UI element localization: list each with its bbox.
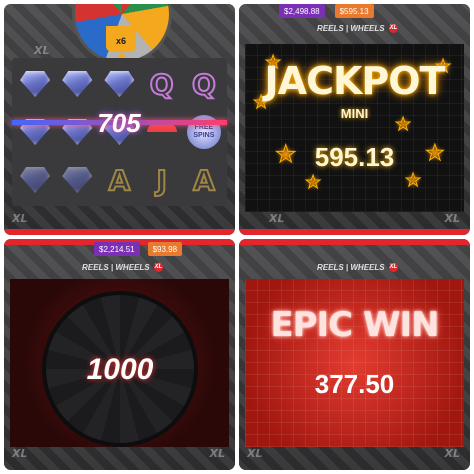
reel-symbol: J bbox=[143, 158, 181, 202]
brand-mark: XL bbox=[34, 44, 50, 57]
brand-mark: XL bbox=[444, 447, 461, 460]
logo-badge: XL bbox=[153, 263, 163, 273]
brand-mark: XL bbox=[444, 212, 461, 225]
epic-win-amount: 377.50 bbox=[314, 369, 395, 399]
top-bar bbox=[239, 239, 470, 245]
balance-bar: $2,214.51 $93.98 bbox=[94, 242, 183, 256]
wheel-value: 1000 bbox=[86, 353, 154, 386]
jackpot-title: JACKPOT bbox=[264, 59, 446, 103]
reel-symbol: A bbox=[185, 158, 223, 202]
reel-symbol bbox=[16, 110, 54, 154]
game-logo: REELS | WHEELS XL bbox=[82, 263, 163, 273]
reel-symbol: Q bbox=[143, 62, 181, 106]
epic-win-title: EPIC WIN bbox=[270, 305, 439, 345]
logo-right: WHEELS bbox=[115, 263, 150, 272]
balance-display: $2,498.88 bbox=[279, 4, 325, 18]
gem-icon bbox=[20, 167, 51, 193]
logo-left: REELS bbox=[82, 263, 109, 272]
balance-display: $2,214.51 bbox=[94, 242, 140, 256]
reel-symbol bbox=[58, 158, 96, 202]
epic-win-stage: EPIC WIN 377.50 bbox=[245, 279, 464, 447]
gem-icon bbox=[62, 71, 93, 97]
game-logo: REELS | WHEELS XL bbox=[317, 263, 398, 273]
logo-right: WHEELS bbox=[350, 24, 385, 33]
reels-screenshot-panel: x6 Q Q FREE SPINS A J A 705 XL XL bbox=[4, 4, 235, 235]
brand-mark: XL bbox=[247, 447, 263, 460]
wheel-screenshot-panel: $2,214.51 $93.98 REELS | WHEELS XL 1000 … bbox=[4, 239, 235, 470]
reel-symbol: Q bbox=[185, 62, 223, 106]
reel-letter: A bbox=[108, 163, 132, 198]
logo-badge: XL bbox=[388, 24, 398, 34]
reel-symbol: A bbox=[100, 158, 138, 202]
reel-symbol bbox=[16, 62, 54, 106]
brand-mark: XL bbox=[12, 447, 28, 460]
reel-symbol bbox=[16, 158, 54, 202]
wheel-stage: 1000 bbox=[10, 279, 229, 447]
bet-display: $595.13 bbox=[334, 4, 374, 18]
brand-mark: XL bbox=[12, 212, 28, 225]
reel-symbol bbox=[100, 62, 138, 106]
gem-icon bbox=[104, 71, 135, 97]
bottom-bar bbox=[4, 229, 235, 235]
reel-letter: Q bbox=[149, 67, 175, 102]
gem-icon bbox=[62, 167, 93, 193]
jackpot-screenshot-panel: $2,498.88 $595.13 REELS | WHEELS XL ★ ★ … bbox=[239, 4, 470, 235]
star-icon: ★ bbox=[404, 170, 422, 191]
gem-icon bbox=[20, 71, 51, 97]
brand-mark: XL bbox=[269, 212, 285, 225]
reel-symbol: FREE SPINS bbox=[185, 110, 223, 154]
balance-bar: $2,498.88 $595.13 bbox=[279, 4, 374, 18]
win-amount: 705 bbox=[97, 108, 141, 138]
jackpot-stage: ★ ★ ★ ★ ★ ★ ★ ★ JACKPOT MINI 595.13 bbox=[245, 44, 464, 212]
logo-left: REELS bbox=[317, 263, 344, 272]
reel-letter: A bbox=[192, 163, 216, 198]
bet-display: $93.98 bbox=[147, 242, 183, 256]
logo-left: REELS bbox=[317, 24, 344, 33]
logo-right: WHEELS bbox=[350, 263, 385, 272]
reel-symbol bbox=[58, 62, 96, 106]
jackpot-tier: MINI bbox=[340, 106, 369, 121]
bottom-bar bbox=[239, 229, 470, 235]
wheel-multiplier: x6 bbox=[106, 26, 136, 52]
epic-win-screenshot-panel: REELS | WHEELS XL EPIC WIN 377.50 XL XL bbox=[239, 239, 470, 470]
jackpot-amount: 595.13 bbox=[314, 142, 395, 172]
reel-letter: Q bbox=[191, 67, 217, 102]
reel-letter: J bbox=[155, 163, 168, 198]
game-logo: REELS | WHEELS XL bbox=[317, 24, 398, 34]
prize-wheel: 1000 bbox=[42, 291, 198, 447]
logo-badge: XL bbox=[388, 263, 398, 273]
star-icon: ★ bbox=[304, 172, 322, 193]
brand-mark: XL bbox=[209, 447, 226, 460]
